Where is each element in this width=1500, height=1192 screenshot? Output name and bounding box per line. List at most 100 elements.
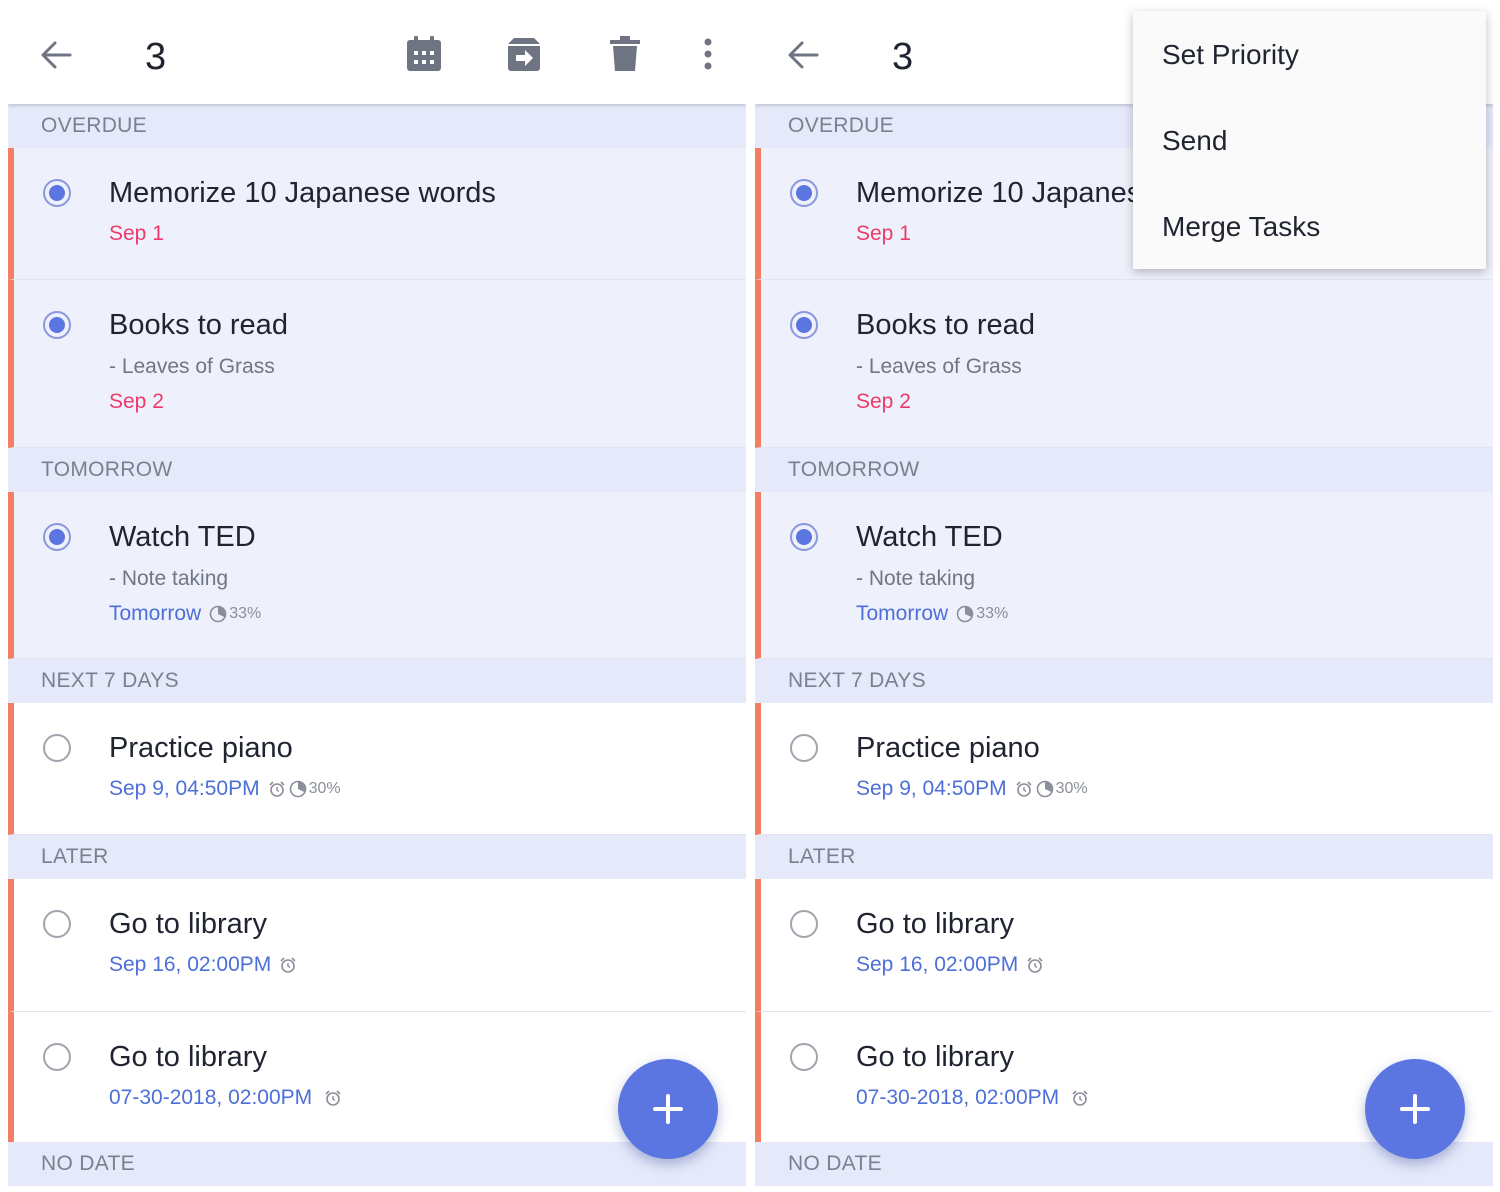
- task-due-date: Sep 9, 04:50PM: [109, 777, 260, 800]
- task-due-date: Sep 16, 02:00PM: [856, 953, 1019, 976]
- back-arrow-icon[interactable]: [785, 37, 821, 73]
- task-meta: Sep 9, 04:50PM 30%: [109, 777, 341, 801]
- calendar-icon[interactable]: [404, 34, 444, 74]
- task-progress: 30%: [308, 780, 341, 797]
- section-header-tomorrow: TOMORROW: [8, 448, 746, 492]
- task-due-date: Sep 1: [856, 222, 911, 245]
- task-meta: 07-30-2018, 02:00PM: [109, 1086, 342, 1110]
- task-item[interactable]: Practice piano Sep 9, 04:50PM 30%: [8, 703, 746, 835]
- task-title: Watch TED: [109, 521, 256, 553]
- task-title: Practice piano: [856, 732, 1040, 764]
- task-due-date: 07-30-2018, 02:00PM: [856, 1086, 1060, 1109]
- task-due-date: Tomorrow: [109, 602, 202, 625]
- task-progress: 33%: [976, 605, 1009, 622]
- selected-count: 3: [892, 36, 914, 78]
- alarm-icon: [1016, 781, 1032, 797]
- trash-icon[interactable]: [605, 34, 645, 74]
- task-meta: Tomorrow 33%: [856, 602, 1008, 626]
- task-meta: Sep 16, 02:00PM: [856, 953, 1044, 977]
- task-item[interactable]: Practice piano Sep 9, 04:50PM 30%: [755, 703, 1493, 835]
- task-note: - Leaves of Grass: [109, 355, 275, 378]
- section-header-next-7-days: NEXT 7 DAYS: [8, 659, 746, 703]
- plus-icon: [653, 1094, 683, 1124]
- task-checkbox[interactable]: [790, 179, 818, 207]
- task-checkbox[interactable]: [790, 734, 818, 762]
- task-checkbox[interactable]: [43, 1043, 71, 1071]
- add-task-button[interactable]: [618, 1059, 718, 1159]
- task-checkbox[interactable]: [43, 311, 71, 339]
- section-header-tomorrow: TOMORROW: [755, 448, 1493, 492]
- app-bar: 3: [8, 4, 746, 104]
- task-checkbox[interactable]: [43, 523, 71, 551]
- progress-icon: [209, 605, 227, 623]
- task-item[interactable]: Go to library Sep 16, 02:00PM: [755, 879, 1493, 1012]
- task-checkbox[interactable]: [43, 910, 71, 938]
- task-note: - Note taking: [856, 567, 976, 590]
- task-item[interactable]: Memorize 10 Japanese words Sep 1: [8, 148, 746, 280]
- progress-icon: [1036, 780, 1053, 798]
- plus-icon: [1400, 1094, 1430, 1124]
- checkbox-dot: [795, 184, 812, 201]
- task-item[interactable]: Watch TED - Note taking Tomorrow 33%: [755, 492, 1493, 659]
- move-to-list-icon[interactable]: [504, 34, 544, 74]
- task-note: - Note taking: [109, 567, 229, 590]
- task-due-date: Sep 2: [856, 390, 911, 413]
- alarm-icon: [269, 781, 285, 797]
- selected-count: 3: [145, 36, 167, 78]
- task-checkbox[interactable]: [790, 1043, 818, 1071]
- screen-left: 3 OVERDUE Memorize 10 Japanese words Sep…: [8, 4, 746, 1190]
- task-meta: 07-30-2018, 02:00PM: [856, 1086, 1089, 1110]
- task-checkbox[interactable]: [790, 523, 818, 551]
- task-due-date: 07-30-2018, 02:00PM: [109, 1086, 313, 1109]
- task-title: Books to read: [856, 309, 1035, 341]
- task-title: Go to library: [109, 1041, 267, 1073]
- task-meta: Sep 16, 02:00PM: [109, 953, 297, 977]
- task-meta: Sep 1: [109, 222, 164, 246]
- task-progress: 33%: [229, 605, 262, 622]
- task-title: Watch TED: [856, 521, 1003, 553]
- task-checkbox[interactable]: [43, 179, 71, 207]
- task-checkbox[interactable]: [790, 910, 818, 938]
- more-vert-icon[interactable]: [688, 34, 728, 74]
- alarm-icon: [1027, 957, 1043, 973]
- task-progress: 30%: [1055, 780, 1088, 797]
- alarm-icon: [325, 1090, 341, 1106]
- section-header-later: LATER: [8, 835, 746, 879]
- checkbox-dot: [795, 316, 812, 333]
- checkbox-dot: [48, 184, 65, 201]
- task-list: OVERDUE Memorize 10 Japanese words Sep 1…: [8, 104, 746, 1186]
- alarm-icon: [280, 957, 296, 973]
- task-due-date: Sep 2: [109, 390, 164, 413]
- back-arrow-icon[interactable]: [38, 37, 74, 73]
- menu-item-send[interactable]: Send: [1162, 125, 1227, 157]
- section-header-next-7-days: NEXT 7 DAYS: [755, 659, 1493, 703]
- task-meta: Sep 9, 04:50PM 30%: [856, 777, 1088, 801]
- task-due-date: Sep 16, 02:00PM: [109, 953, 272, 976]
- task-due-date: Tomorrow: [856, 602, 949, 625]
- task-meta: Sep 1: [856, 222, 911, 246]
- task-note: - Leaves of Grass: [856, 355, 1022, 378]
- checkbox-dot: [48, 528, 65, 545]
- section-header-overdue: OVERDUE: [8, 104, 746, 148]
- task-item[interactable]: Watch TED - Note taking Tomorrow 33%: [8, 492, 746, 659]
- menu-item-set-priority[interactable]: Set Priority: [1162, 39, 1299, 71]
- task-due-date: Sep 9, 04:50PM: [856, 777, 1007, 800]
- menu-item-merge-tasks[interactable]: Merge Tasks: [1162, 211, 1320, 243]
- progress-icon: [289, 780, 306, 798]
- task-title: Go to library: [856, 908, 1014, 940]
- alarm-icon: [1072, 1090, 1088, 1106]
- task-item[interactable]: Books to read - Leaves of Grass Sep 2: [755, 280, 1493, 448]
- task-title: Go to library: [856, 1041, 1014, 1073]
- task-due-date: Sep 1: [109, 222, 164, 245]
- add-task-button[interactable]: [1365, 1059, 1465, 1159]
- checkbox-dot: [48, 316, 65, 333]
- task-checkbox[interactable]: [790, 311, 818, 339]
- task-item[interactable]: Go to library Sep 16, 02:00PM: [8, 879, 746, 1012]
- task-item[interactable]: Books to read - Leaves of Grass Sep 2: [8, 280, 746, 448]
- task-title: Books to read: [109, 309, 288, 341]
- task-title: Practice piano: [109, 732, 293, 764]
- task-title: Memorize 10 Japanese words: [109, 177, 496, 209]
- section-header-later: LATER: [755, 835, 1493, 879]
- task-checkbox[interactable]: [43, 734, 71, 762]
- task-meta: Sep 2: [109, 390, 164, 414]
